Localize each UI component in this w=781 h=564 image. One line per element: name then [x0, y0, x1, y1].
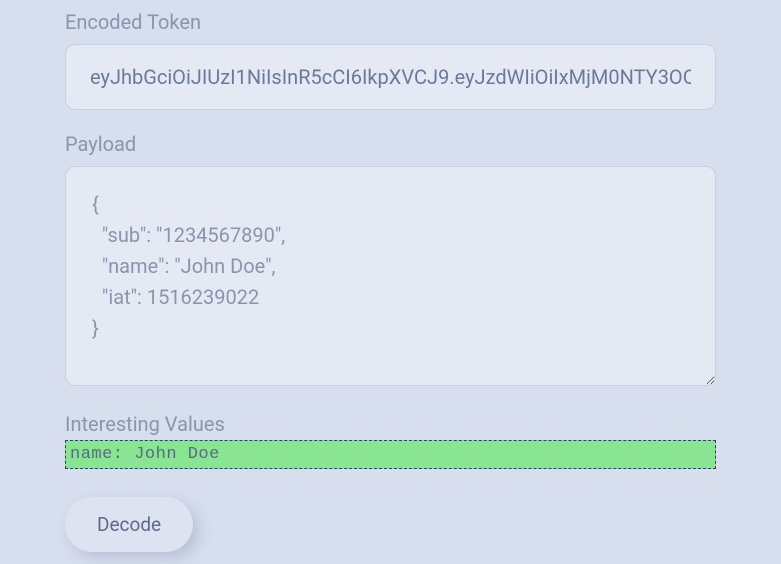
- interesting-values-group: Interesting Values name: John Doe: [65, 412, 716, 469]
- interesting-values-content: name: John Doe: [65, 440, 716, 469]
- encoded-token-group: Encoded Token: [65, 10, 716, 110]
- payload-textarea[interactable]: [65, 166, 716, 386]
- decode-button[interactable]: Decode: [65, 497, 193, 552]
- encoded-token-label: Encoded Token: [65, 10, 716, 34]
- payload-label: Payload: [65, 132, 716, 156]
- encoded-token-input[interactable]: [65, 44, 716, 110]
- payload-group: Payload: [65, 132, 716, 390]
- interesting-values-label: Interesting Values: [65, 412, 716, 436]
